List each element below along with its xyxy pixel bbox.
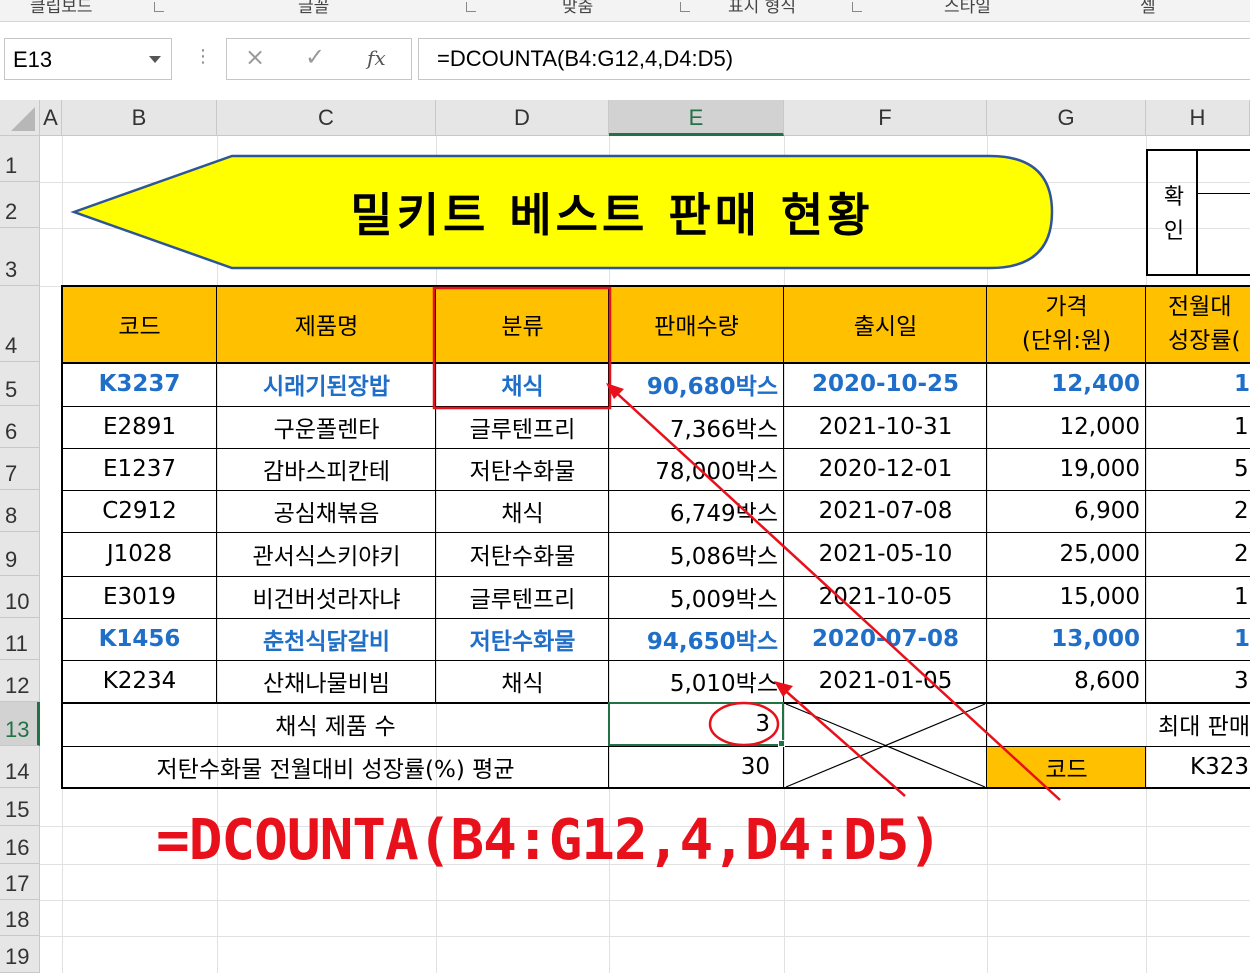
table-line <box>1145 746 1146 788</box>
ribbon-group-labels: 클립보드 글꼴 맞춤 표시 형식 스타일 셀 <box>0 0 1250 22</box>
row-number: 11 <box>5 631 28 656</box>
row-number: 5 <box>5 377 18 402</box>
gridline <box>40 936 1250 937</box>
row-number: 4 <box>5 333 18 358</box>
row-number: 15 <box>5 797 30 822</box>
formula-text: =DCOUNTA(B4:G12,4,D4:D5) <box>437 46 734 71</box>
ribbon-group-clipboard: 클립보드 <box>30 0 93 17</box>
row-number: 12 <box>5 673 30 698</box>
gridline <box>40 900 1250 901</box>
row-header-2[interactable]: 2 <box>0 182 40 228</box>
formula-input[interactable]: =DCOUNTA(B4:G12,4,D4:D5) <box>418 38 1250 80</box>
row-header-5[interactable]: 5 <box>0 362 40 406</box>
clipboard-launcher-icon[interactable] <box>154 2 164 12</box>
cancel-icon[interactable]: × <box>245 43 265 71</box>
table-line <box>62 532 1250 533</box>
table-line <box>62 660 1250 661</box>
table-line <box>216 286 217 702</box>
row-header-12[interactable]: 12 <box>0 660 40 702</box>
row-header-6[interactable]: 6 <box>0 406 40 448</box>
table-line <box>435 286 436 702</box>
row-number: 13 <box>5 717 30 742</box>
font-launcher-icon[interactable] <box>466 2 476 12</box>
column-header-h[interactable]: H <box>1146 100 1250 136</box>
formula-buttons: × ✓ fx <box>226 38 412 80</box>
number-launcher-icon[interactable] <box>852 2 862 12</box>
row-number: 2 <box>5 199 18 224</box>
ribbon-group-font: 글꼴 <box>298 0 330 17</box>
ribbon-group-styles: 스타일 <box>944 0 991 17</box>
name-box-value: E13 <box>13 47 53 72</box>
row-header-1[interactable]: 1 <box>0 136 40 182</box>
row-number: 10 <box>5 589 30 614</box>
table-line <box>1145 286 1146 702</box>
chevron-down-icon[interactable] <box>149 56 161 63</box>
banner-title: 밀키트 베스트 판매 현황 <box>350 188 874 242</box>
row-header-15[interactable]: 15 <box>0 788 40 826</box>
formula-bar: E13 ⋮ × ✓ fx =DCOUNTA(B4:G12,4,D4:D5) <box>0 22 1250 106</box>
ribbon-group-number: 표시 형식 <box>728 0 796 17</box>
row-number: 19 <box>5 944 30 969</box>
select-all-button[interactable] <box>0 100 40 136</box>
row-number: 6 <box>5 419 18 444</box>
row-header-10[interactable]: 10 <box>0 576 40 618</box>
ribbon-group-cells: 셀 <box>1140 0 1156 17</box>
row-header-18[interactable]: 18 <box>0 900 40 936</box>
column-header-f[interactable]: F <box>784 100 987 136</box>
row-number: 7 <box>5 461 18 486</box>
row-header-9[interactable]: 9 <box>0 532 40 576</box>
row-number: 1 <box>5 153 18 178</box>
row-number: 9 <box>5 547 18 572</box>
row-header-13[interactable]: 13 <box>0 702 40 746</box>
function-icon[interactable]: fx <box>367 46 386 70</box>
approval-box: 확인 <box>1146 149 1250 276</box>
table-line <box>62 490 1250 491</box>
row-number: 3 <box>5 257 18 282</box>
table-line <box>62 576 1250 577</box>
row-header-3[interactable]: 3 <box>0 228 40 286</box>
column-header-c[interactable]: C <box>217 100 436 136</box>
row-header-14[interactable]: 14 <box>0 746 40 788</box>
table-line <box>62 448 1250 449</box>
approval-line <box>1198 193 1250 194</box>
column-header-a[interactable]: A <box>40 100 62 136</box>
table-line <box>62 746 1250 747</box>
alignment-launcher-icon[interactable] <box>680 2 690 12</box>
row-header-19[interactable]: 19 <box>0 936 40 973</box>
ribbon-group-alignment: 맞춤 <box>562 0 594 17</box>
active-cell-e13[interactable] <box>608 702 784 746</box>
row-number: 18 <box>5 907 30 932</box>
row-header-16[interactable]: 16 <box>0 826 40 864</box>
row-number: 17 <box>5 871 30 896</box>
annotation-formula: =DCOUNTA(B4:G12,4,D4:D5) <box>156 808 942 873</box>
row-header-4[interactable]: 4 <box>0 286 40 362</box>
row-number: 16 <box>5 835 30 860</box>
column-header-b[interactable]: B <box>62 100 217 136</box>
check-icon[interactable]: ✓ <box>305 43 325 71</box>
more-options-icon[interactable]: ⋮ <box>194 46 212 67</box>
row-number: 14 <box>5 759 30 784</box>
table-line <box>62 618 1250 619</box>
fill-handle[interactable] <box>778 740 785 747</box>
row-header-8[interactable]: 8 <box>0 490 40 532</box>
row-header-7[interactable]: 7 <box>0 448 40 490</box>
row-header-11[interactable]: 11 <box>0 618 40 660</box>
column-header-e[interactable]: E <box>609 100 784 136</box>
select-all-icon <box>11 107 35 131</box>
table-line <box>62 362 1250 364</box>
row-number: 8 <box>5 503 18 528</box>
row-header-17[interactable]: 17 <box>0 864 40 900</box>
approval-divider <box>1196 151 1198 276</box>
name-box[interactable]: E13 <box>4 38 172 80</box>
approval-label: 확인 <box>1163 185 1185 244</box>
table-line <box>62 406 1250 407</box>
column-header-d[interactable]: D <box>436 100 609 136</box>
column-header-g[interactable]: G <box>987 100 1146 136</box>
